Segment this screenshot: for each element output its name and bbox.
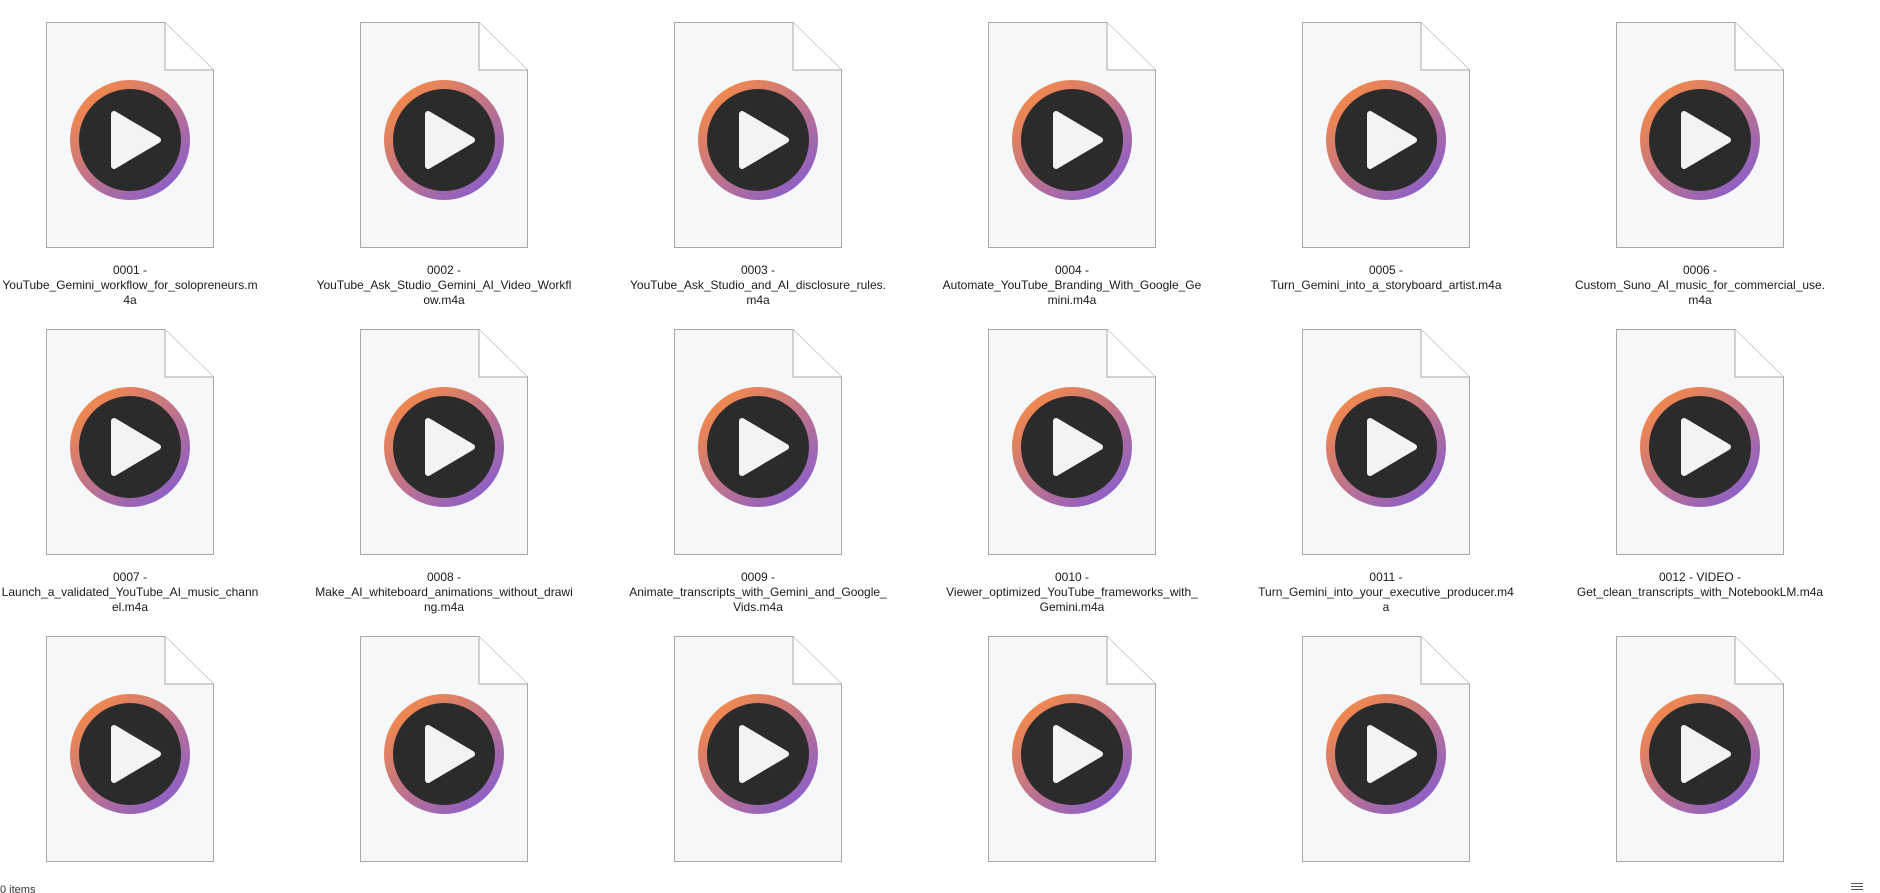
media-audio-file-icon bbox=[360, 22, 528, 248]
file-title: Automate_YouTube_Branding_With_Google_Ge… bbox=[942, 278, 1202, 307]
media-audio-file-icon bbox=[1302, 22, 1470, 248]
file-number: 0002 - bbox=[426, 263, 462, 277]
file-item[interactable]: 0010 - Viewer_optimized_YouTube_framework… bbox=[942, 307, 1202, 614]
file-title: Viewer_optimized_YouTube_frameworks_with… bbox=[946, 585, 1198, 614]
media-audio-file-icon bbox=[46, 636, 214, 862]
file-item[interactable]: 0011 - Turn_Gemini_into_your_executive_pr… bbox=[1256, 307, 1516, 614]
file-name-label: 0001 - YouTube_Gemini_workflow_for_solopr… bbox=[0, 263, 260, 308]
file-item[interactable]: 0009 - Animate_transcripts_with_Gemini_an… bbox=[628, 307, 888, 614]
media-audio-file-icon bbox=[46, 22, 214, 248]
file-name-label: 0003 - YouTube_Ask_Studio_and_AI_disclosu… bbox=[628, 263, 888, 308]
file-number: 0001 - bbox=[112, 263, 148, 277]
file-title: Turn_Gemini_into_a_storyboard_artist.m4a bbox=[1270, 278, 1502, 292]
media-audio-file-icon bbox=[1616, 22, 1784, 248]
file-number: 0008 - bbox=[426, 570, 462, 584]
file-item[interactable]: 0001 - YouTube_Gemini_workflow_for_solopr… bbox=[0, 0, 260, 307]
file-item[interactable] bbox=[628, 614, 888, 886]
file-name-label: 0012 - VIDEO - Get_clean_transcripts_with… bbox=[1570, 570, 1830, 600]
file-title: Custom_Suno_AI_music_for_commercial_use.… bbox=[1574, 278, 1826, 307]
file-item[interactable]: 0002 - YouTube_Ask_Studio_Gemini_AI_Video… bbox=[314, 0, 574, 307]
file-number: 0007 - bbox=[112, 570, 148, 584]
file-number: 0011 - bbox=[1369, 570, 1403, 584]
file-item[interactable]: 0007 - Launch_a_validated_YouTube_AI_musi… bbox=[0, 307, 260, 614]
media-audio-file-icon bbox=[360, 329, 528, 555]
file-number: 0003 - bbox=[740, 263, 776, 277]
file-title: Turn_Gemini_into_your_executive_producer… bbox=[1258, 585, 1514, 614]
media-audio-file-icon bbox=[674, 22, 842, 248]
file-item[interactable]: 0006 - Custom_Suno_AI_music_for_commercia… bbox=[1570, 0, 1830, 307]
details-view-icon[interactable] bbox=[1850, 880, 1864, 892]
file-title: Animate_transcripts_with_Gemini_and_Goog… bbox=[629, 585, 887, 614]
file-item[interactable] bbox=[0, 614, 260, 886]
file-item[interactable] bbox=[1570, 614, 1830, 886]
media-audio-file-icon bbox=[988, 636, 1156, 862]
media-audio-file-icon bbox=[674, 329, 842, 555]
media-audio-file-icon bbox=[988, 22, 1156, 248]
file-number: 0009 - bbox=[740, 570, 776, 584]
file-grid: 0001 - YouTube_Gemini_workflow_for_solopr… bbox=[0, 0, 1880, 886]
file-number: 0010 - bbox=[1054, 570, 1090, 584]
file-item[interactable]: 0012 - VIDEO - Get_clean_transcripts_with… bbox=[1570, 307, 1830, 607]
file-name-label: 0004 - Automate_YouTube_Branding_With_Goo… bbox=[942, 263, 1202, 308]
media-audio-file-icon bbox=[1302, 636, 1470, 862]
file-title: YouTube_Ask_Studio_and_AI_disclosure_rul… bbox=[630, 278, 886, 307]
file-item[interactable]: 0005 - Turn_Gemini_into_a_storyboard_arti… bbox=[1256, 0, 1516, 300]
file-title: Get_clean_transcripts_with_NotebookLM.m4… bbox=[1576, 585, 1824, 599]
media-audio-file-icon bbox=[674, 636, 842, 862]
media-audio-file-icon bbox=[1616, 329, 1784, 555]
file-title: Make_AI_whiteboard_animations_without_dr… bbox=[315, 585, 573, 614]
media-audio-file-icon bbox=[1302, 329, 1470, 555]
item-count: 0 items bbox=[0, 884, 36, 893]
file-name-label: 0006 - Custom_Suno_AI_music_for_commercia… bbox=[1570, 263, 1830, 308]
media-audio-file-icon bbox=[988, 329, 1156, 555]
file-name-label: 0009 - Animate_transcripts_with_Gemini_an… bbox=[628, 570, 888, 615]
file-title: YouTube_Ask_Studio_Gemini_AI_Video_Workf… bbox=[316, 278, 572, 307]
file-item[interactable]: 0003 - YouTube_Ask_Studio_and_AI_disclosu… bbox=[628, 0, 888, 307]
file-name-label: 0007 - Launch_a_validated_YouTube_AI_musi… bbox=[0, 570, 260, 615]
media-audio-file-icon bbox=[360, 636, 528, 862]
media-audio-file-icon bbox=[1616, 636, 1784, 862]
file-name-label: 0008 - Make_AI_whiteboard_animations_with… bbox=[314, 570, 574, 615]
file-number: 0012 - VIDEO - bbox=[1658, 570, 1742, 584]
file-name-label: 0002 - YouTube_Ask_Studio_Gemini_AI_Video… bbox=[314, 263, 574, 308]
file-explorer-window: 0001 - YouTube_Gemini_workflow_for_solopr… bbox=[0, 0, 1880, 893]
file-name-label: 0005 - Turn_Gemini_into_a_storyboard_arti… bbox=[1256, 263, 1516, 293]
file-item[interactable] bbox=[1256, 614, 1516, 886]
file-item[interactable] bbox=[942, 614, 1202, 886]
file-name-label: 0011 - Turn_Gemini_into_your_executive_pr… bbox=[1256, 570, 1516, 615]
file-number: 0006 - bbox=[1682, 263, 1718, 277]
file-item[interactable]: 0004 - Automate_YouTube_Branding_With_Goo… bbox=[942, 0, 1202, 307]
file-title: YouTube_Gemini_workflow_for_solopreneurs… bbox=[2, 278, 258, 307]
status-bar: 0 items bbox=[0, 883, 1880, 893]
file-number: 0005 - bbox=[1368, 263, 1404, 277]
file-title: Launch_a_validated_YouTube_AI_music_chan… bbox=[1, 585, 259, 614]
file-item[interactable] bbox=[314, 614, 574, 886]
file-number: 0004 - bbox=[1054, 263, 1090, 277]
file-name-label: 0010 - Viewer_optimized_YouTube_framework… bbox=[942, 570, 1202, 615]
media-audio-file-icon bbox=[46, 329, 214, 555]
file-item[interactable]: 0008 - Make_AI_whiteboard_animations_with… bbox=[314, 307, 574, 614]
